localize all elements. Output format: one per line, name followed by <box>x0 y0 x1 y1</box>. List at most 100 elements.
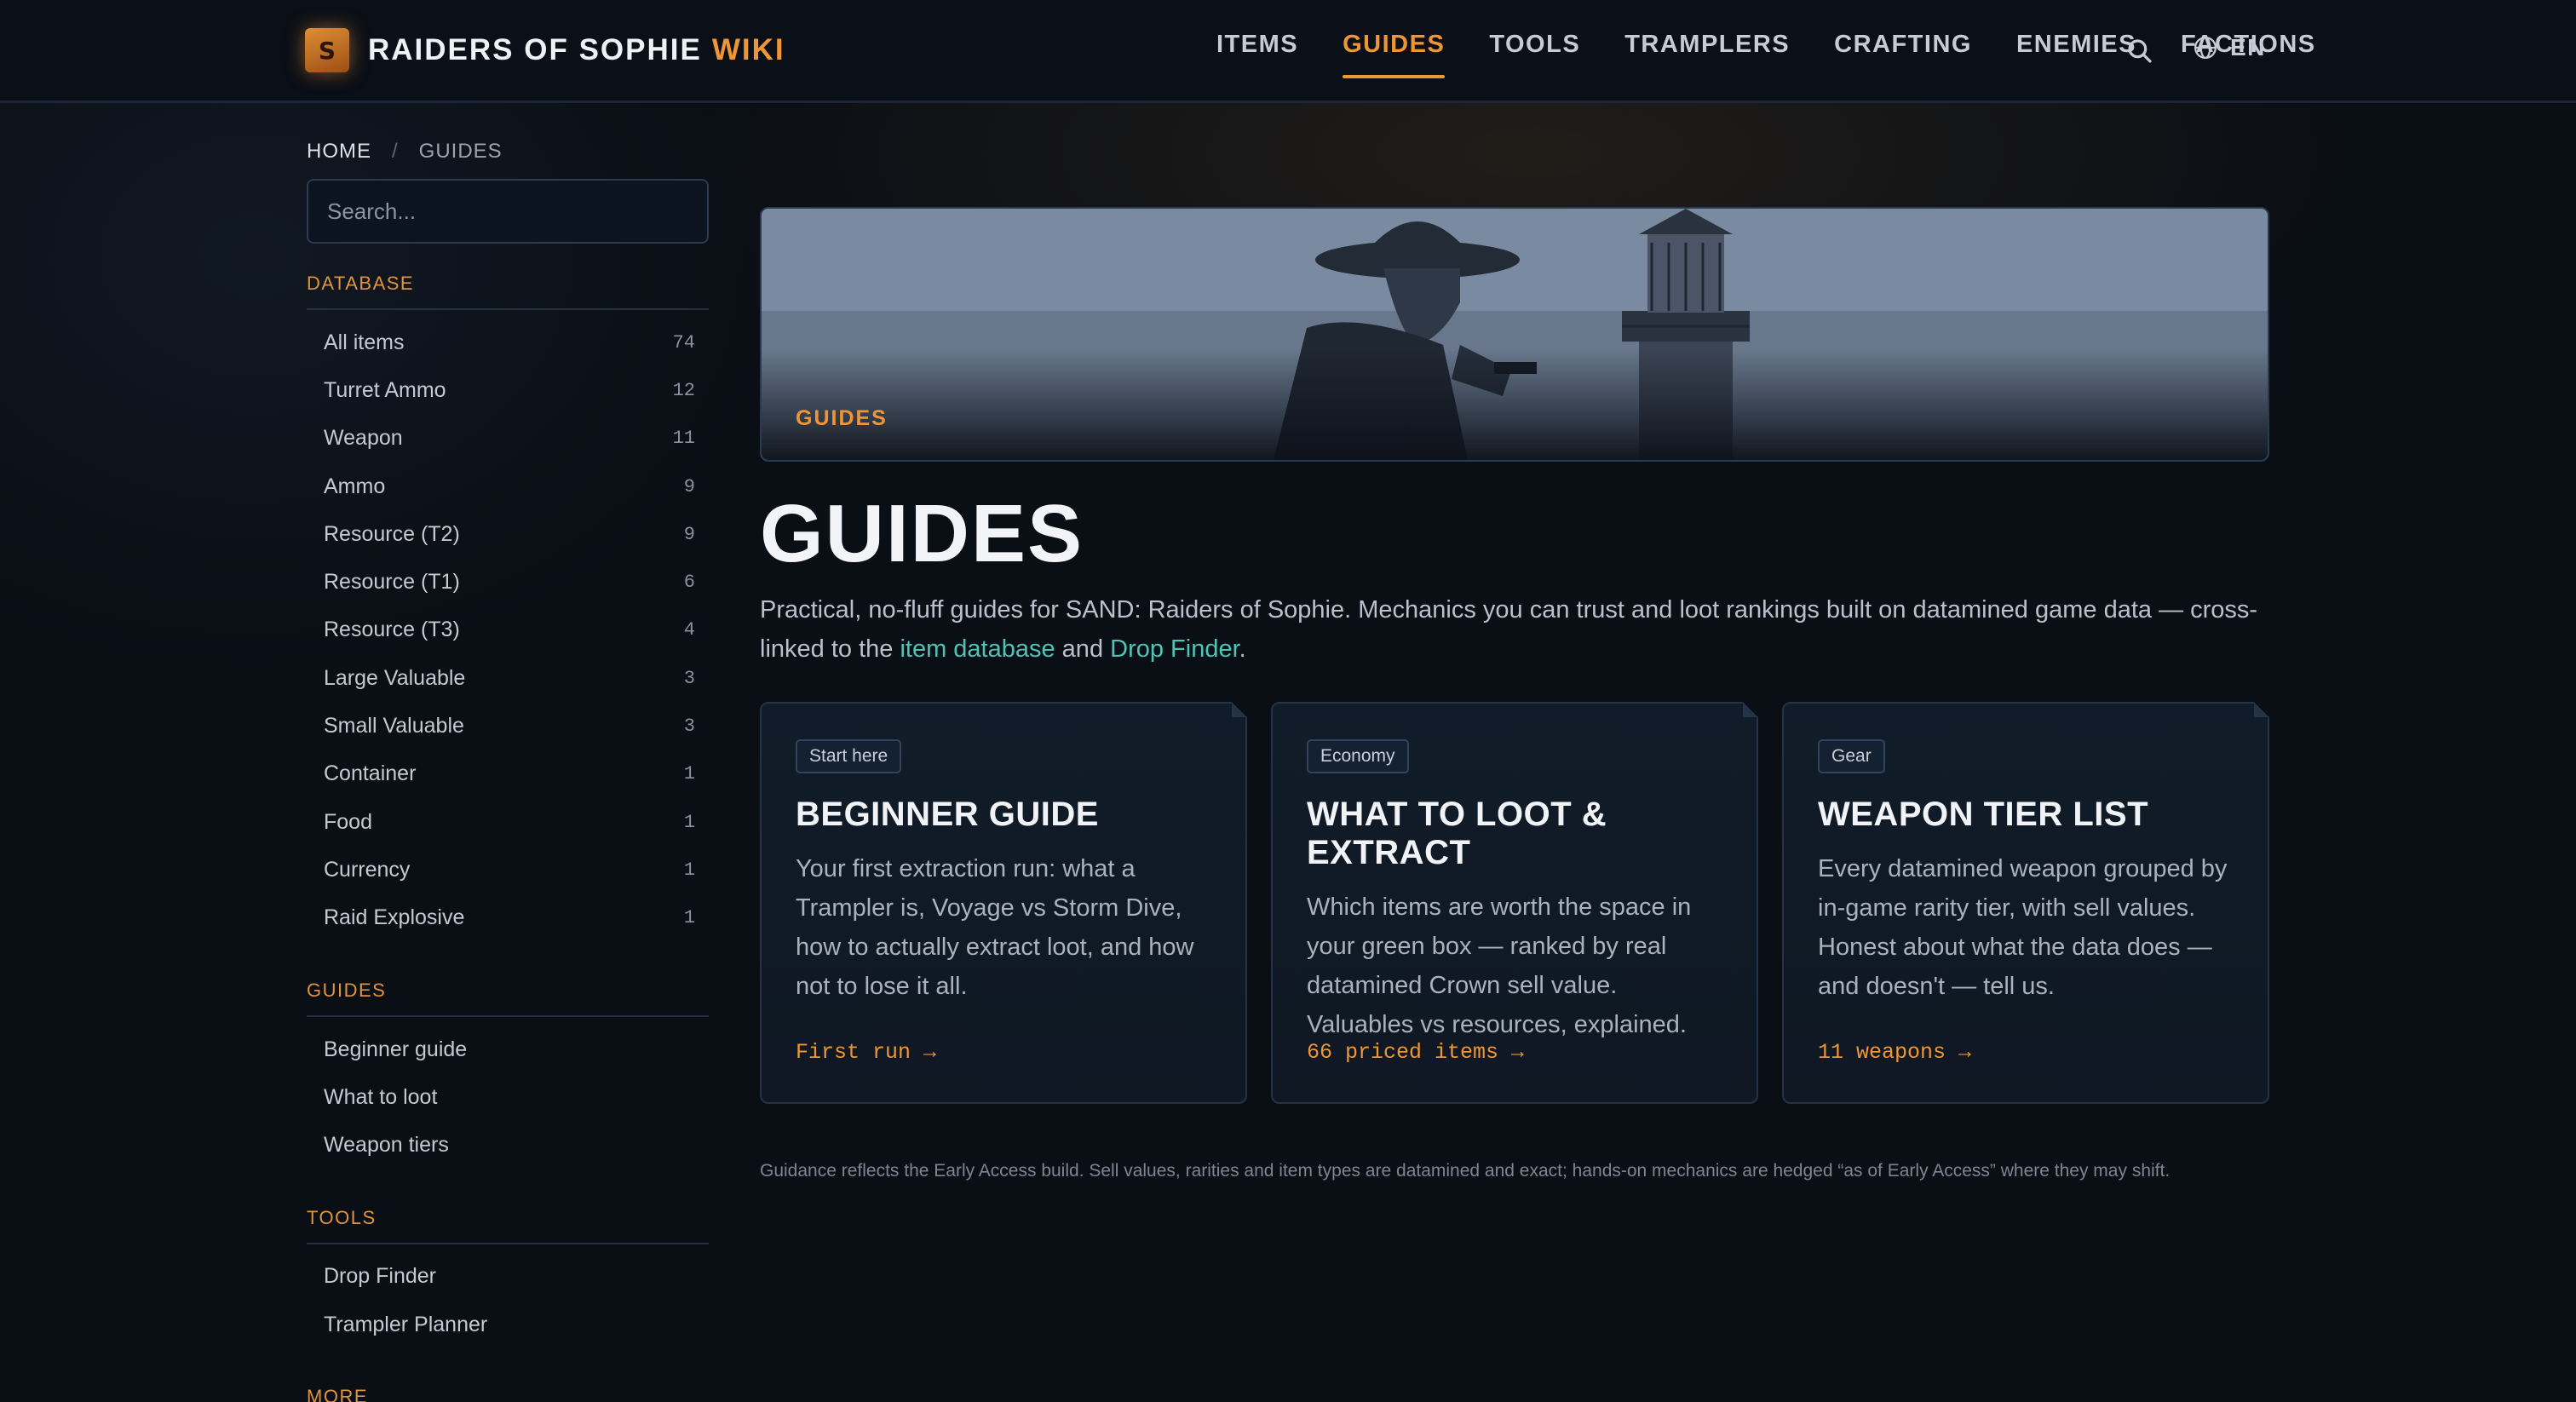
guide-card-loot[interactable]: Economy WHAT TO LOOT & EXTRACT Which ite… <box>1271 702 1758 1104</box>
breadcrumb-home[interactable]: HOME <box>307 140 371 164</box>
section-title-more: MORE <box>307 1386 709 1402</box>
sidebar-item-beginner-guide[interactable]: Beginner guide <box>307 1026 709 1073</box>
sidebar-item-ammo[interactable]: Ammo 9 <box>307 463 709 510</box>
hero-banner: GUIDES <box>760 207 2269 462</box>
breadcrumb: HOME / GUIDES <box>307 136 709 167</box>
section-title-database: DATABASE <box>307 273 709 310</box>
sidebar-item-label: All items <box>324 330 405 354</box>
nav-tramplers[interactable]: TRAMPLERS <box>1624 31 1790 78</box>
sidebar-item-weapon[interactable]: Weapon 11 <box>307 415 709 463</box>
disclaimer-note: Guidance reflects the Early Access build… <box>760 1161 2171 1181</box>
breadcrumb-separator: / <box>392 140 399 163</box>
sidebar-item-label: Beginner guide <box>324 1037 468 1061</box>
sidebar-item-label: Small Valuable <box>324 714 464 738</box>
sidebar-item-currency[interactable]: Currency 1 <box>307 846 709 893</box>
intro-paragraph: Practical, no-fluff guides for SAND: Rai… <box>760 590 2276 669</box>
language-selector[interactable]: EN <box>2193 34 2266 61</box>
sidebar-item-label: Turret Ammo <box>324 377 446 402</box>
sidebar-item-count: 9 <box>683 475 695 497</box>
brand-suffix: WIKI <box>711 33 785 66</box>
sidebar-item-food[interactable]: Food 1 <box>307 798 709 846</box>
sidebar-item-count: 3 <box>683 715 695 738</box>
nav-guides[interactable]: GUIDES <box>1343 31 1446 78</box>
sidebar-item-label: Drop Finder <box>324 1264 436 1289</box>
card-description: Which items are worth the space in your … <box>1307 893 1692 1038</box>
sidebar-item-label: Weapon <box>324 426 403 451</box>
database-section: DATABASE All items 74 Turret Ammo 12 Weapo… <box>307 273 709 942</box>
sidebar-item-count: 1 <box>683 859 695 881</box>
nav-items[interactable]: ITEMS <box>1216 31 1298 78</box>
sidebar-item-large-valuable[interactable]: Large Valuable 3 <box>307 654 709 702</box>
sidebar-item-count: 12 <box>672 379 695 401</box>
sidebar-item-small-valuable[interactable]: Small Valuable 3 <box>307 702 709 750</box>
sidebar-item-label: Container <box>324 761 417 786</box>
sidebar-item-count: 11 <box>672 428 695 450</box>
globe-icon <box>2194 37 2217 59</box>
sidebar-item-count: 1 <box>683 763 695 785</box>
sidebar-item-label: Resource (T3) <box>324 618 460 642</box>
sidebar-item-count: 4 <box>683 619 695 641</box>
brand-name: RAIDERS OF SOPHIE <box>368 33 702 66</box>
sidebar-item-weapon-tiers[interactable]: Weapon tiers <box>307 1121 709 1169</box>
guide-card-beginner[interactable]: Start here BEGINNER GUIDE Your first ext… <box>760 702 1247 1104</box>
nav-tools[interactable]: TOOLS <box>1489 31 1580 78</box>
sidebar-item-raid-explosive[interactable]: Raid Explosive 1 <box>307 894 709 942</box>
sidebar-item-count: 1 <box>683 907 695 929</box>
card-tag: Gear <box>1818 739 1885 773</box>
sidebar-item-count: 9 <box>683 523 695 545</box>
sidebar-item-label: Large Valuable <box>324 665 466 690</box>
search-input[interactable] <box>307 179 709 244</box>
language-code: EN <box>2230 34 2266 60</box>
sidebar-item-label: Trampler Planner <box>324 1312 488 1336</box>
sidebar-item-label: Resource (T2) <box>324 521 460 546</box>
card-link[interactable]: 66 priced items → <box>1307 1040 1524 1065</box>
card-description: Your first extraction run: what a Trampl… <box>796 855 1194 1000</box>
sidebar-item-label: Raid Explosive <box>324 905 465 930</box>
page-title: GUIDES <box>760 488 1084 579</box>
guide-card-weapon-tiers[interactable]: Gear WEAPON TIER LIST Every datamined we… <box>1782 702 2269 1104</box>
card-link[interactable]: 11 weapons → <box>1818 1040 1971 1065</box>
logo-icon: S <box>305 28 349 72</box>
sidebar-item-label: Resource (T1) <box>324 570 460 595</box>
tools-section: TOOLS Drop Finder Trampler Planner <box>307 1207 709 1349</box>
search-icon[interactable] <box>2126 37 2153 65</box>
nav-enemies[interactable]: ENEMIES <box>2016 31 2136 78</box>
sidebar: HOME / GUIDES DATABASE All items 74 Turre… <box>307 136 709 1402</box>
sidebar-item-drop-finder[interactable]: Drop Finder <box>307 1253 709 1301</box>
sidebar-item-count: 1 <box>683 811 695 833</box>
site-brand[interactable]: S RAIDERS OF SOPHIE WIKI <box>305 26 785 75</box>
item-database-link[interactable]: item database <box>900 635 1055 663</box>
card-title: WHAT TO LOOT & EXTRACT <box>1307 796 1607 871</box>
sidebar-item-container[interactable]: Container 1 <box>307 750 709 798</box>
intro-text: and <box>1055 635 1111 663</box>
breadcrumb-current: GUIDES <box>418 140 503 163</box>
sidebar-item-what-to-loot[interactable]: What to loot <box>307 1073 709 1121</box>
drop-finder-link[interactable]: Drop Finder <box>1110 635 1239 663</box>
sidebar-item-count: 3 <box>683 667 695 689</box>
hero-label: GUIDES <box>796 406 888 430</box>
card-title: WEAPON TIER LIST <box>1818 796 2148 833</box>
sidebar-item-turret-ammo[interactable]: Turret Ammo 12 <box>307 366 709 414</box>
nav-crafting[interactable]: CRAFTING <box>1834 31 1972 78</box>
card-tag: Economy <box>1307 739 1409 773</box>
sidebar-item-count: 74 <box>672 331 695 353</box>
section-title-tools: TOOLS <box>307 1207 709 1244</box>
sidebar-item-count: 6 <box>683 572 695 594</box>
sidebar-item-trampler-planner[interactable]: Trampler Planner <box>307 1301 709 1348</box>
card-description: Every datamined weapon grouped by in-gam… <box>1818 855 2228 1000</box>
intro-text: . <box>1239 635 1246 663</box>
card-link[interactable]: First run → <box>796 1040 936 1065</box>
sidebar-item-label: Food <box>324 809 372 834</box>
card-title: BEGINNER GUIDE <box>796 796 1099 833</box>
card-tag: Start here <box>796 739 902 773</box>
section-title-guides: GUIDES <box>307 980 709 1017</box>
guides-section: GUIDES Beginner guide What to loot Weapo… <box>307 980 709 1169</box>
sidebar-item-label: Currency <box>324 857 411 882</box>
sidebar-item-resource-t2[interactable]: Resource (T2) 9 <box>307 510 709 558</box>
hero-gradient <box>762 349 2268 460</box>
sidebar-item-resource-t1[interactable]: Resource (T1) 6 <box>307 558 709 606</box>
sidebar-item-label: Ammo <box>324 474 386 498</box>
sidebar-item-label: What to loot <box>324 1084 438 1109</box>
sidebar-item-resource-t3[interactable]: Resource (T3) 4 <box>307 606 709 654</box>
sidebar-item-all-items[interactable]: All items 74 <box>307 319 709 366</box>
